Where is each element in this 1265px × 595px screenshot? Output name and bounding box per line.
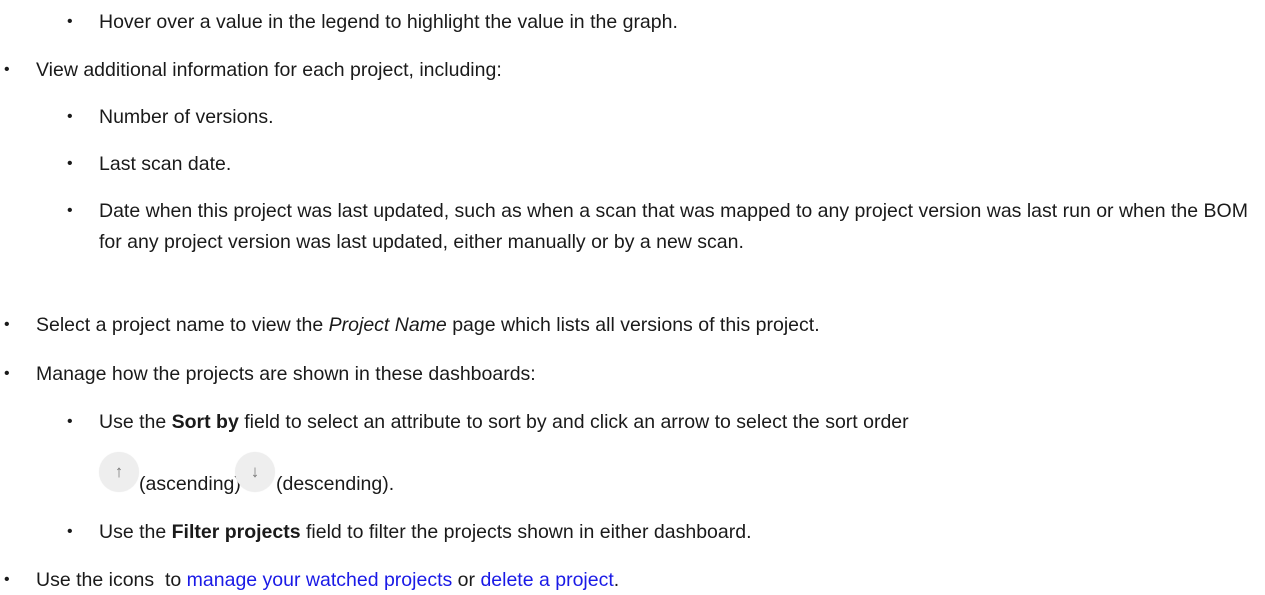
- project-name-emphasis: Project Name: [328, 314, 447, 336]
- bullet: •: [4, 61, 10, 78]
- list-item-text: Last scan date.: [99, 153, 232, 175]
- arrow-down-icon: ↓: [235, 452, 275, 492]
- bullet: •: [67, 108, 73, 125]
- list-item-text: View additional information for each pro…: [36, 59, 502, 81]
- text-segment: .: [613, 569, 620, 591]
- bullet: •: [67, 202, 73, 219]
- document-page: • Hover over a value in the legend to hi…: [0, 0, 1265, 595]
- manage-watched-projects-link[interactable]: manage your watched projects: [187, 569, 453, 591]
- filter-projects-emphasis: Filter projects: [171, 521, 301, 543]
- text-segment: page which lists all versions of this pr…: [446, 314, 820, 336]
- list-item-text: Manage how the projects are shown in the…: [36, 363, 536, 385]
- bullet: •: [67, 523, 73, 540]
- text-segment: field to filter the projects shown in ei…: [300, 521, 752, 543]
- list-item-text: Use the icons to manage your watched pro…: [36, 567, 619, 593]
- list-item-text: Hover over a value in the legend to high…: [99, 11, 678, 33]
- delete-project-link[interactable]: delete a project: [480, 569, 613, 591]
- text-segment: Use the: [99, 411, 172, 433]
- bullet: •: [4, 316, 10, 333]
- bullet: •: [4, 571, 10, 588]
- bullet: •: [67, 413, 73, 430]
- bullet: •: [67, 13, 73, 30]
- arrow-down-glyph: ↓: [250, 462, 260, 481]
- list-item-text: Use the Sort by field to select an attri…: [99, 409, 909, 435]
- descending-label: (descending).: [276, 473, 395, 495]
- list-item-text: Number of versions.: [99, 106, 274, 128]
- list-item-text: Select a project name to view the Projec…: [36, 312, 820, 338]
- text-segment: Select a project name to view the: [36, 314, 329, 336]
- bullet: •: [4, 365, 10, 382]
- arrow-up-glyph: ↑: [114, 462, 124, 481]
- text-segment: field to select an attribute to sort by …: [238, 411, 909, 433]
- text-segment: Use the icons to: [36, 569, 187, 591]
- list-item-text: Use the Filter projects field to filter …: [99, 519, 752, 545]
- sort-by-emphasis: Sort by: [171, 411, 239, 433]
- list-item-text: Date when this project was last updated,…: [99, 200, 1248, 253]
- text-segment: or: [452, 569, 481, 591]
- text-segment: Use the: [99, 521, 172, 543]
- bullet: •: [67, 155, 73, 172]
- arrow-up-icon: ↑: [99, 452, 139, 492]
